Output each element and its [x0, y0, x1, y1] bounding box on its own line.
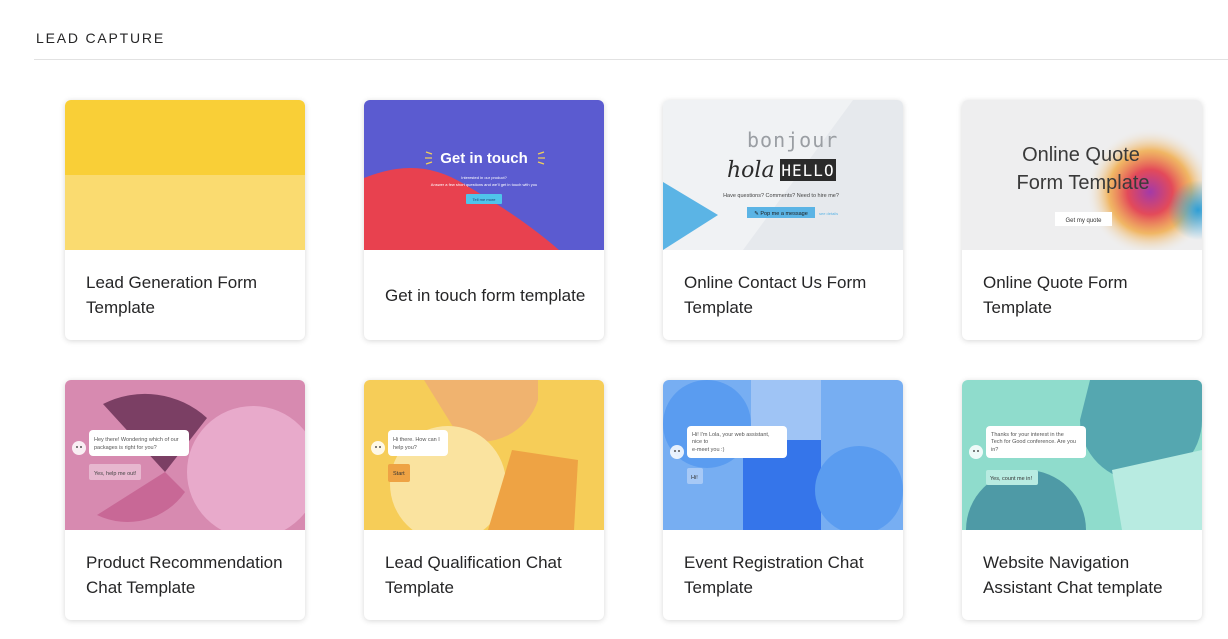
template-card-lead-generation[interactable]: Lead Generation Form Template	[65, 100, 305, 340]
thumb-line2: Form Template	[1016, 172, 1149, 194]
template-thumbnail: bonjour hola HELLO Have questions? Comme…	[663, 100, 903, 250]
thumb-heading: Get in touch	[440, 150, 528, 167]
template-thumbnail: Thanks for your interest in the Tech for…	[962, 380, 1202, 530]
template-thumbnail: Hi there. How can I help you? Start	[364, 380, 604, 530]
section-divider	[34, 59, 1228, 60]
thumb-link: see details	[819, 211, 838, 216]
thumb-chat-reply: Hi!	[691, 475, 698, 481]
template-title[interactable]: Lead Qualification Chat Template	[385, 530, 588, 620]
thumb-line1: Interested in our product?	[461, 175, 507, 180]
thumb-chat-reply: Start	[393, 471, 405, 477]
template-title[interactable]: Website Navigation Assistant Chat templa…	[983, 530, 1186, 620]
thumb-chat-reply: Yes, count me in!	[990, 476, 1032, 482]
thumb-button: ✎ Pop me a message	[754, 210, 808, 217]
template-card-event-registration[interactable]: Hi! I'm Lola, your web assistant, nice t…	[663, 380, 903, 620]
template-thumbnail: Online Quote Form Template Get my quote	[962, 100, 1202, 250]
template-card-website-navigation[interactable]: Thanks for your interest in the Tech for…	[962, 380, 1202, 620]
template-title[interactable]: Online Contact Us Form Template	[684, 250, 887, 340]
template-card-get-in-touch[interactable]: Get in touch Interested in our product? …	[364, 100, 604, 340]
template-thumbnail	[65, 100, 305, 250]
template-thumbnail: Hi! I'm Lola, your web assistant, nice t…	[663, 380, 903, 530]
thumb-line2: Answer a few short questions and we'll g…	[431, 182, 537, 187]
template-thumbnail: Get in touch Interested in our product? …	[364, 100, 604, 250]
thumb-word-hello: HELLO	[781, 161, 834, 180]
thumb-word-bonjour: bonjour	[747, 128, 838, 152]
template-thumbnail: Hey there! Wondering which of our packag…	[65, 380, 305, 530]
thumb-word-hola: hola	[727, 158, 775, 183]
template-card-online-quote[interactable]: Online Quote Form Template Get my quote …	[962, 100, 1202, 340]
thumb-line1: Online Quote	[1022, 144, 1140, 166]
template-card-contact-us[interactable]: bonjour hola HELLO Have questions? Comme…	[663, 100, 903, 340]
thumb-line: Have questions? Comments? Need to hire m…	[723, 193, 839, 199]
template-title[interactable]: Lead Generation Form Template	[86, 250, 289, 340]
thumb-chat-reply: Yes, help me out!	[94, 471, 137, 477]
thumb-button: Get my quote	[1065, 218, 1102, 224]
template-title[interactable]: Get in touch form template	[385, 250, 588, 340]
template-title[interactable]: Online Quote Form Template	[983, 250, 1186, 340]
template-title[interactable]: Product Recommendation Chat Template	[86, 530, 289, 620]
template-title[interactable]: Event Registration Chat Template	[684, 530, 887, 620]
section-title: LEAD CAPTURE	[36, 30, 165, 46]
thumb-button: Tell me more	[473, 197, 497, 202]
template-card-lead-qualification[interactable]: Hi there. How can I help you? Start Lead…	[364, 380, 604, 620]
template-card-product-recommendation[interactable]: Hey there! Wondering which of our packag…	[65, 380, 305, 620]
